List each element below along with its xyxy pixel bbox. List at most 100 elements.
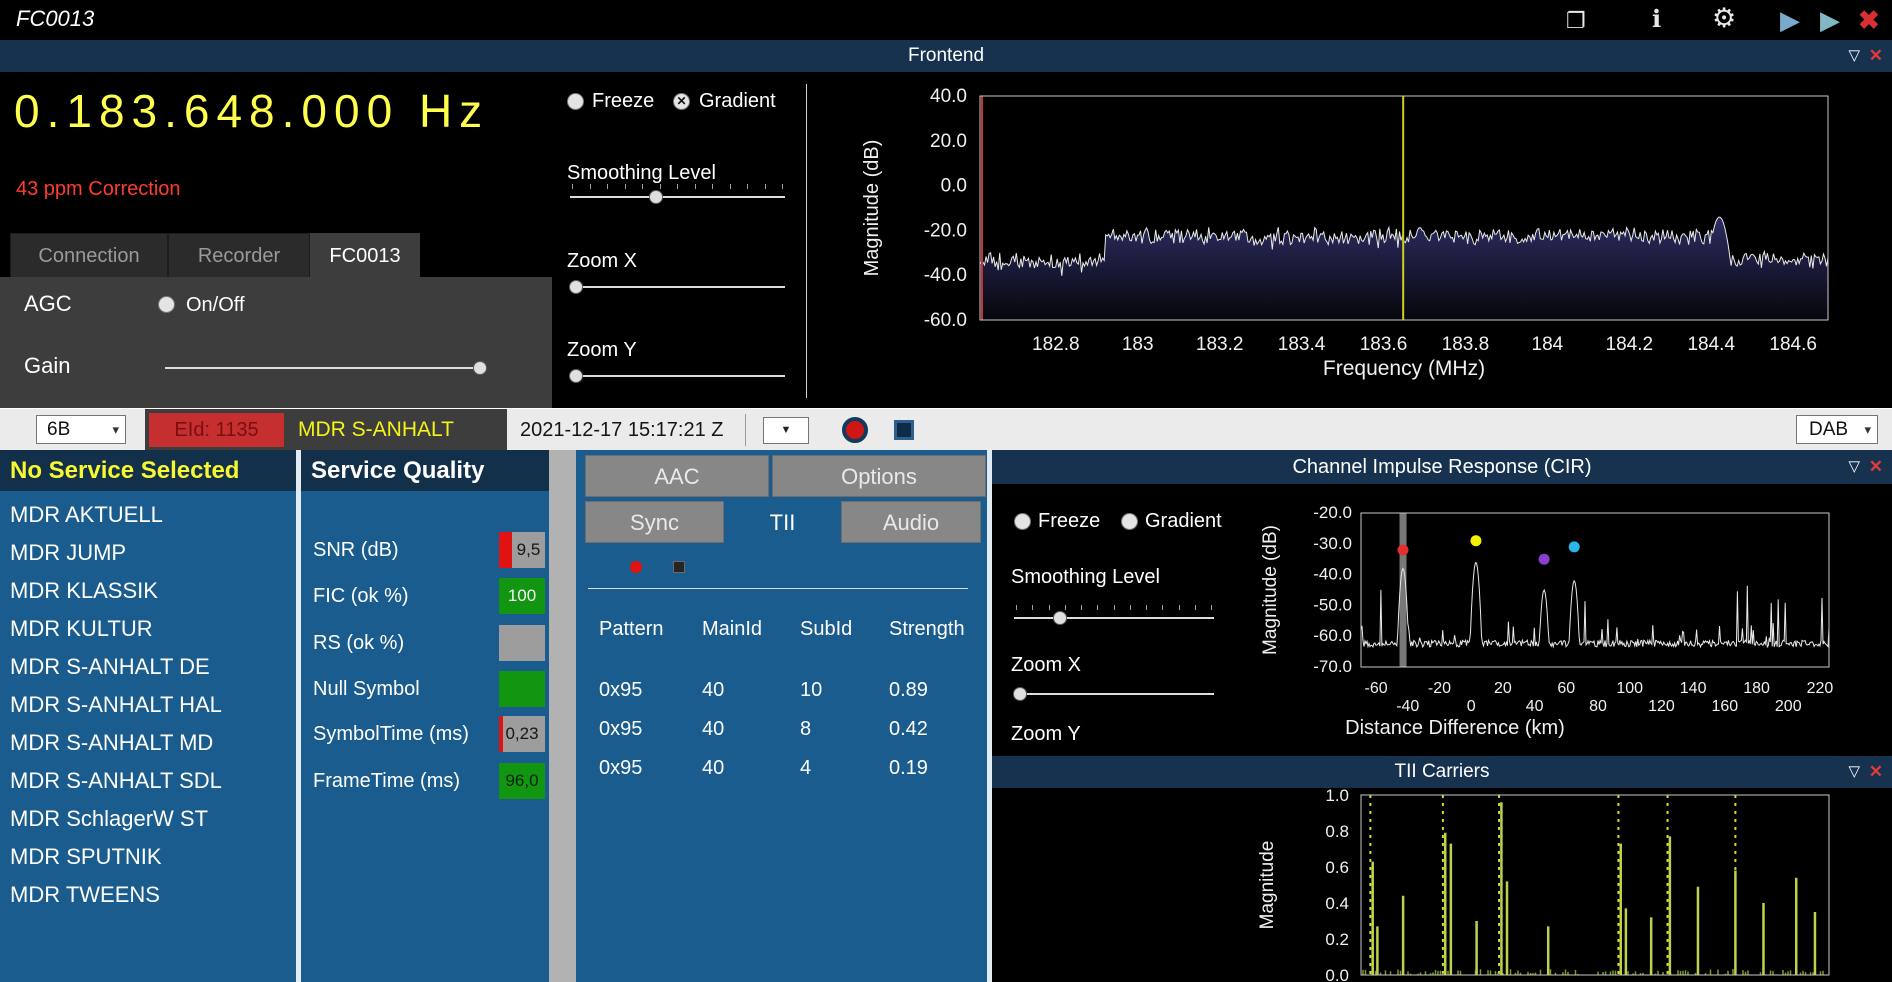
tab-recorder[interactable]: Recorder [168, 233, 310, 277]
tii-carriers-chart: 1.0 0.8 0.6 0.4 0.2 0.0 Magnitude [992, 788, 1892, 982]
zoom-x-slider[interactable] [569, 279, 785, 295]
gain-slider[interactable] [165, 360, 487, 376]
tab-tii[interactable]: TII [727, 501, 838, 543]
device-pane: AGC On/Off Gain [0, 277, 552, 408]
svg-text:Magnitude: Magnitude [1257, 841, 1278, 930]
slider-track[interactable] [570, 375, 785, 377]
svg-text:183.8: 183.8 [1442, 334, 1490, 355]
frontend-title: Frontend [907, 45, 985, 66]
channel-value: 6B [47, 419, 71, 440]
gradient-radio[interactable] [673, 93, 690, 110]
service-item[interactable]: MDR S-ANHALT MD [0, 724, 296, 762]
window-restore-icon[interactable]: ❐ [1566, 8, 1586, 34]
divider [588, 588, 968, 589]
slider-track[interactable] [570, 286, 785, 288]
service-quality-header: Service Quality [301, 450, 549, 491]
tab-options[interactable]: Options [772, 455, 986, 497]
svg-text:-20: -20 [1428, 680, 1451, 697]
quality-value-box [499, 671, 545, 707]
ensemble-strip: EId: 1135 MDR S-ANHALT [145, 409, 507, 451]
frontend-body: 0.183.648.000 Hz 43 ppm Correction Conne… [0, 72, 1892, 408]
svg-text:20: 20 [1494, 680, 1512, 697]
service-item[interactable]: MDR TWEENS [0, 876, 296, 914]
svg-text:184.6: 184.6 [1769, 334, 1817, 355]
svg-text:-40.0: -40.0 [1313, 565, 1352, 584]
dropdown-button[interactable]: ▼ [763, 417, 809, 444]
settings-icon[interactable]: ⚙ [1712, 3, 1736, 34]
collapse-icon[interactable]: ▽ [1848, 40, 1860, 72]
collapse-icon[interactable]: ▽ [1848, 756, 1860, 788]
channel-select[interactable]: 6B ▾ [36, 415, 126, 444]
tii-table-cell: 0x95 [599, 757, 643, 779]
panel-close-icon[interactable]: ✕ [1869, 40, 1883, 72]
freeze-radio[interactable] [567, 93, 584, 110]
service-item[interactable]: MDR JUMP [0, 534, 296, 572]
close-icon[interactable]: ✖ [1858, 5, 1880, 36]
svg-text:-60.0: -60.0 [924, 310, 967, 331]
record-button[interactable] [842, 417, 868, 443]
frequency-display: 0.183.648.000 Hz [14, 85, 490, 137]
quality-row: Null Symbol [301, 671, 549, 707]
quality-value-box [499, 625, 545, 661]
frontend-panel: Frontend ▽ ✕ 0.183.648.000 Hz 43 ppm Cor… [0, 40, 1892, 408]
service-item[interactable]: MDR KLASSIK [0, 572, 296, 610]
service-item[interactable]: MDR S-ANHALT SDL [0, 762, 296, 800]
tii-table-cell: 40 [702, 718, 725, 740]
svg-text:40: 40 [1526, 698, 1544, 715]
svg-text:20.0: 20.0 [930, 131, 967, 152]
zoom-y-label: Zoom Y [567, 339, 637, 361]
tab-audio[interactable]: Audio [841, 501, 981, 543]
quality-label: Null Symbol [313, 678, 420, 700]
tab-connection[interactable]: Connection [10, 233, 168, 277]
smoothing-slider[interactable] [570, 184, 785, 205]
mode-select[interactable]: DAB ▾ [1796, 415, 1878, 444]
info-icon[interactable]: ℹ [1652, 5, 1661, 34]
svg-text:Frequency (MHz): Frequency (MHz) [1323, 357, 1485, 380]
svg-text:-40: -40 [1396, 698, 1419, 715]
slider-handle[interactable] [472, 361, 487, 375]
zoom-y-slider[interactable] [569, 368, 785, 384]
splitter[interactable] [549, 450, 576, 982]
tab-aac[interactable]: AAC [585, 455, 769, 497]
service-item[interactable]: MDR S-ANHALT DE [0, 648, 296, 686]
svg-text:160: 160 [1711, 698, 1738, 715]
slider-handle[interactable] [569, 280, 584, 294]
svg-text:184.4: 184.4 [1687, 334, 1735, 355]
agc-radio[interactable] [158, 296, 175, 313]
play-icon[interactable]: ▶ [1780, 5, 1800, 36]
svg-text:80: 80 [1589, 698, 1607, 715]
slider-track[interactable] [570, 196, 785, 198]
chevron-down-icon: ▼ [780, 424, 792, 436]
stop-button[interactable] [894, 420, 914, 440]
tii-column-header: SubId [800, 618, 853, 640]
slider-handle[interactable] [569, 369, 584, 383]
service-item[interactable]: MDR S-ANHALT HAL [0, 686, 296, 724]
service-item[interactable]: MDR KULTUR [0, 610, 296, 648]
tii-table-cell: 0.42 [889, 718, 928, 740]
svg-text:0.6: 0.6 [1325, 858, 1349, 877]
tii-table-cell: 40 [702, 679, 725, 701]
separator [745, 414, 746, 446]
slider-track[interactable] [165, 367, 483, 369]
panel-close-icon[interactable]: ✕ [1869, 756, 1883, 788]
tab-sync[interactable]: Sync [585, 501, 724, 543]
cir-panel-header: Channel Impulse Response (CIR) ▽ ✕ [992, 450, 1892, 484]
service-list: MDR AKTUELL MDR JUMP MDR KLASSIK MDR KULTUR… [0, 496, 296, 914]
svg-text:-60.0: -60.0 [1313, 626, 1352, 645]
slider-handle[interactable] [649, 190, 663, 204]
service-item[interactable]: MDR SPUTNIK [0, 838, 296, 876]
play-icon[interactable]: ▶ [1820, 5, 1840, 36]
tii-carriers-panel: TII Carriers ▽ ✕ 1.0 0.8 0.6 0.4 0.2 0.0 Magni… [992, 756, 1892, 982]
svg-text:183.6: 183.6 [1360, 334, 1408, 355]
tii-column-header: MainId [702, 618, 763, 640]
service-item[interactable]: MDR SchlagerW ST [0, 800, 296, 838]
collapse-icon[interactable]: ▽ [1848, 450, 1860, 484]
svg-text:184: 184 [1532, 334, 1564, 355]
service-item[interactable]: MDR AKTUELL [0, 496, 296, 534]
details-panel: AAC Options Sync TII Audio Pattern MainId Sub… [576, 450, 987, 982]
svg-text:183.4: 183.4 [1278, 334, 1326, 355]
svg-text:-20.0: -20.0 [1313, 503, 1352, 522]
smoothing-label: Smoothing Level [567, 162, 716, 184]
tab-fc0013[interactable]: FC0013 [310, 233, 420, 277]
panel-close-icon[interactable]: ✕ [1869, 450, 1883, 484]
